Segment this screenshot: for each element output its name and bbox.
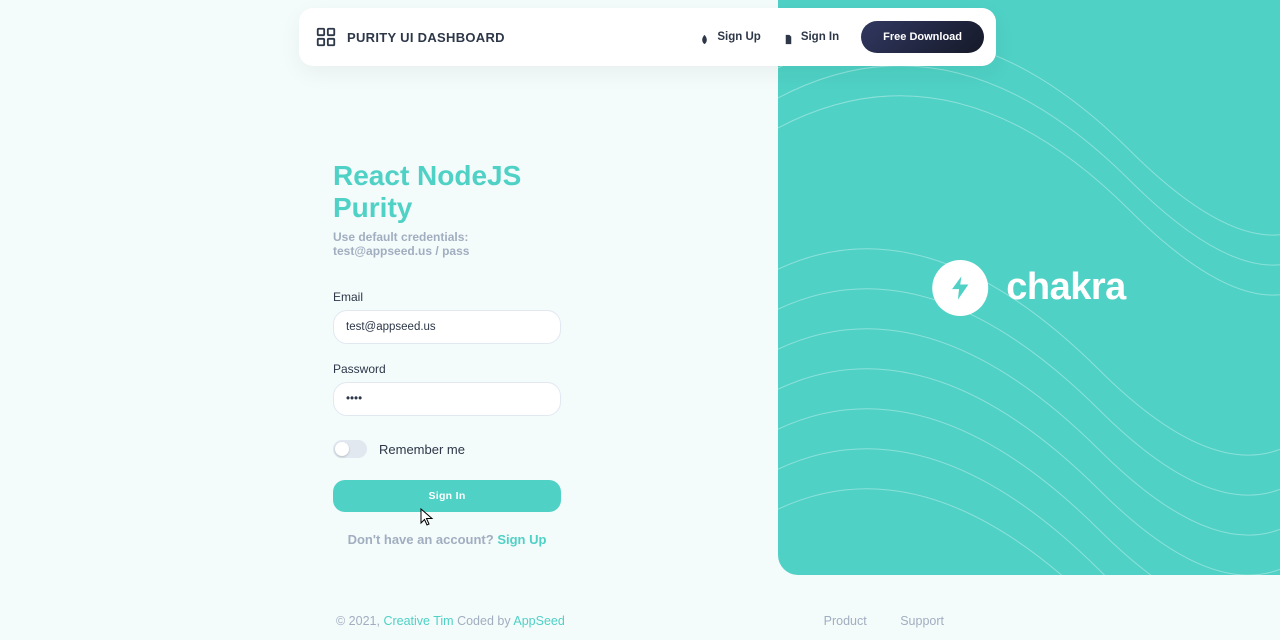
chakra-logo-icon bbox=[932, 260, 988, 316]
rocket-icon bbox=[699, 32, 710, 43]
password-field[interactable] bbox=[333, 382, 561, 416]
nav-sign-in[interactable]: Sign In bbox=[783, 31, 839, 43]
coded-by-text: Coded by bbox=[454, 614, 514, 628]
brand-icon bbox=[315, 26, 337, 48]
remember-me-label: Remember me bbox=[379, 442, 465, 457]
footer-copyright: © 2021, Creative Tim Coded by AppSeed bbox=[336, 614, 565, 628]
document-icon bbox=[783, 32, 794, 43]
email-label: Email bbox=[333, 290, 561, 304]
footer-support-link[interactable]: Support bbox=[900, 614, 944, 628]
footer-links: Product Support bbox=[794, 614, 944, 628]
no-account-text: Don't have an account? bbox=[348, 532, 498, 547]
free-download-button[interactable]: Free Download bbox=[861, 21, 984, 53]
copyright-prefix: © 2021, bbox=[336, 614, 383, 628]
sign-in-form: React NodeJS Purity Use default credenti… bbox=[333, 160, 561, 547]
nav-sign-in-label: Sign In bbox=[801, 31, 839, 43]
nav-sign-up[interactable]: Sign Up bbox=[699, 31, 760, 43]
brand-label: PURITY UI DASHBOARD bbox=[347, 30, 505, 45]
hero-panel: chakra bbox=[778, 0, 1280, 575]
email-field[interactable] bbox=[333, 310, 561, 344]
footer: © 2021, Creative Tim Coded by AppSeed Pr… bbox=[336, 614, 944, 628]
page-title: React NodeJS Purity bbox=[333, 160, 561, 224]
sign-up-link[interactable]: Sign Up bbox=[497, 532, 546, 547]
sign-up-prompt: Don't have an account? Sign Up bbox=[333, 532, 561, 547]
footer-product-link[interactable]: Product bbox=[824, 614, 867, 628]
creative-tim-link[interactable]: Creative Tim bbox=[383, 614, 453, 628]
chakra-logo: chakra bbox=[932, 260, 1126, 316]
chakra-logo-text: chakra bbox=[1006, 266, 1126, 309]
remember-me-toggle[interactable] bbox=[333, 440, 367, 458]
sign-in-button-label: Sign In bbox=[428, 490, 465, 502]
nav-sign-up-label: Sign Up bbox=[717, 31, 760, 43]
password-label: Password bbox=[333, 362, 561, 376]
topbar: PURITY UI DASHBOARD Sign Up Sign In Free… bbox=[299, 8, 996, 66]
sign-in-button[interactable]: Sign In bbox=[333, 480, 561, 512]
page-subtitle: Use default credentials: test@appseed.us… bbox=[333, 230, 561, 258]
free-download-label: Free Download bbox=[883, 31, 962, 43]
appseed-link[interactable]: AppSeed bbox=[513, 614, 564, 628]
toggle-knob bbox=[335, 442, 349, 456]
